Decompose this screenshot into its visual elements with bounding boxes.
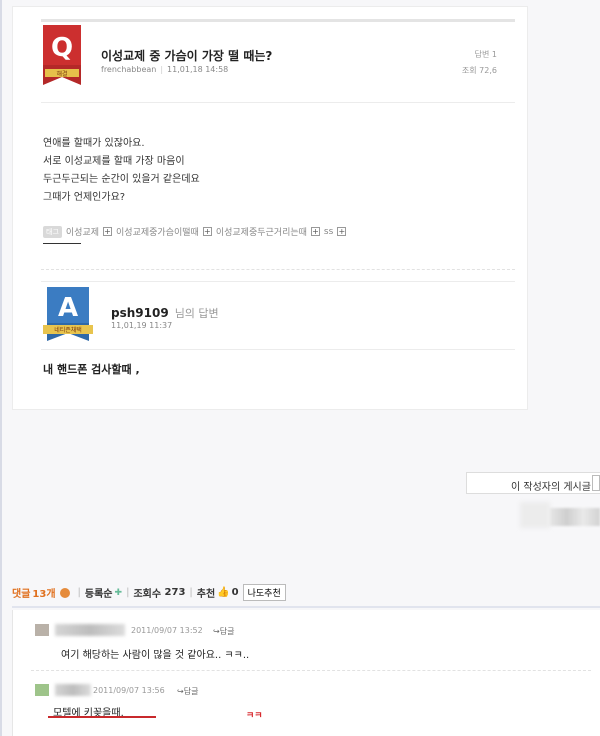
- red-underline: [48, 716, 156, 718]
- answer-username[interactable]: psh9109: [111, 306, 169, 320]
- tag-add-icon[interactable]: +: [337, 227, 347, 236]
- avatar: [35, 624, 49, 636]
- recommend-count: 0: [231, 587, 239, 598]
- divider: [41, 269, 515, 270]
- question-body-line: 서로 이성교제를 할때 가장 마음이: [43, 156, 185, 167]
- reply-link[interactable]: ↪답글: [213, 626, 234, 637]
- question-body-line: 그때가 언제인가요?: [43, 192, 126, 203]
- answer-date: 11,01,19 11:37: [111, 321, 173, 330]
- tag-add-icon[interactable]: +: [310, 227, 320, 236]
- author-posts-button[interactable]: 이 작성자의 게시글: [466, 472, 600, 494]
- tag-item[interactable]: 이성교제: [66, 225, 99, 238]
- sort-order[interactable]: 등록순: [85, 585, 113, 600]
- divider: [41, 281, 515, 282]
- comment-bar-divider: [12, 606, 600, 608]
- tag-add-icon[interactable]: +: [103, 227, 113, 236]
- reply-link[interactable]: ↪답글: [177, 686, 198, 697]
- question-badge-icon: Q 해결: [43, 25, 81, 85]
- divider: [41, 349, 515, 350]
- tags-underline: [43, 243, 81, 244]
- question-badge-label: 해결: [56, 70, 67, 78]
- annotation-text: ㅋㅋ: [246, 711, 263, 721]
- comment-time: 2011/09/07 13:52: [131, 626, 203, 635]
- card-top-line: [41, 19, 515, 22]
- recommend-label: 추천: [196, 589, 216, 600]
- qa-card: Q 해결 이성교제 중 가슴이 가장 떨 때는? frenchabbean | 11…: [12, 6, 528, 410]
- comment-toggle-icon[interactable]: [59, 587, 70, 598]
- answer-user: psh9109 님의 답변: [111, 305, 219, 321]
- thumb-up-icon: 👍: [217, 587, 230, 598]
- tag-item[interactable]: ss: [324, 227, 333, 237]
- answer-badge-icon: A 네티즌채택: [43, 287, 93, 341]
- answer-badge-letter: A: [58, 293, 78, 323]
- views-label: 조회수: [133, 589, 162, 600]
- question-author[interactable]: frenchabbean: [101, 65, 156, 74]
- comment-count: 13개: [32, 589, 56, 600]
- answer-count: 답변 1: [474, 50, 497, 59]
- view-count: 조회 72,6: [461, 66, 497, 75]
- answer-badge-label: 네티즌채택: [54, 326, 82, 334]
- author-posts-label: 이 작성자의 게시글: [511, 482, 591, 493]
- question-body: 연애를 할때가 있잖아요. 서로 이성교제를 할때 가장 마음이 두근두근되는 …: [43, 135, 200, 207]
- blurred-area: [520, 502, 550, 528]
- sort-plus-icon[interactable]: ✚: [115, 588, 123, 598]
- divider: [31, 670, 591, 671]
- question-body-line: 두근두근되는 순간이 있을거 같은데요: [43, 174, 200, 185]
- recommend-button[interactable]: 나도추천: [242, 584, 286, 601]
- tag-item[interactable]: 이성교제중두근거리는때: [216, 225, 307, 238]
- question-title[interactable]: 이성교제 중 가슴이 가장 떨 때는?: [101, 47, 272, 64]
- divider: [41, 102, 515, 103]
- comment-text: 여기 해당하는 사람이 많을 것 같아요.. ㅋㅋ..: [61, 650, 250, 661]
- blurred-username: [55, 624, 125, 636]
- views-count: 273: [164, 587, 186, 598]
- question-meta: frenchabbean | 11,01,18 14:58: [101, 65, 229, 74]
- answer-suffix: 님의 답변: [174, 307, 219, 320]
- tag-add-icon[interactable]: +: [202, 227, 212, 236]
- tag-chip: 태그: [43, 225, 62, 238]
- question-stats: 답변 1 조회 72,6: [462, 47, 497, 79]
- blurred-username: [55, 684, 91, 696]
- tag-item[interactable]: 이성교제중가슴이떨때: [116, 225, 199, 238]
- question-badge-letter: Q: [51, 33, 73, 63]
- blurred-area: [550, 508, 600, 526]
- comment-bar: 댓글 13개 | 등록순 ✚ | 조회수 273 | 추천 👍 0 나도추천: [12, 584, 286, 601]
- avatar: [35, 684, 49, 696]
- author-posts-box: [592, 475, 600, 491]
- answer-body: 내 핸드폰 검사할때 ,: [43, 363, 140, 376]
- question-date: 11,01,18 14:58: [167, 65, 229, 74]
- tag-list: 태그 이성교제 + 이성교제중가슴이떨때 + 이성교제중두근거리는때 + ss +: [43, 225, 347, 238]
- question-body-line: 연애를 할때가 있잖아요.: [43, 138, 145, 149]
- comment-time: 2011/09/07 13:56: [93, 686, 165, 695]
- comment-label: 댓글: [12, 589, 31, 600]
